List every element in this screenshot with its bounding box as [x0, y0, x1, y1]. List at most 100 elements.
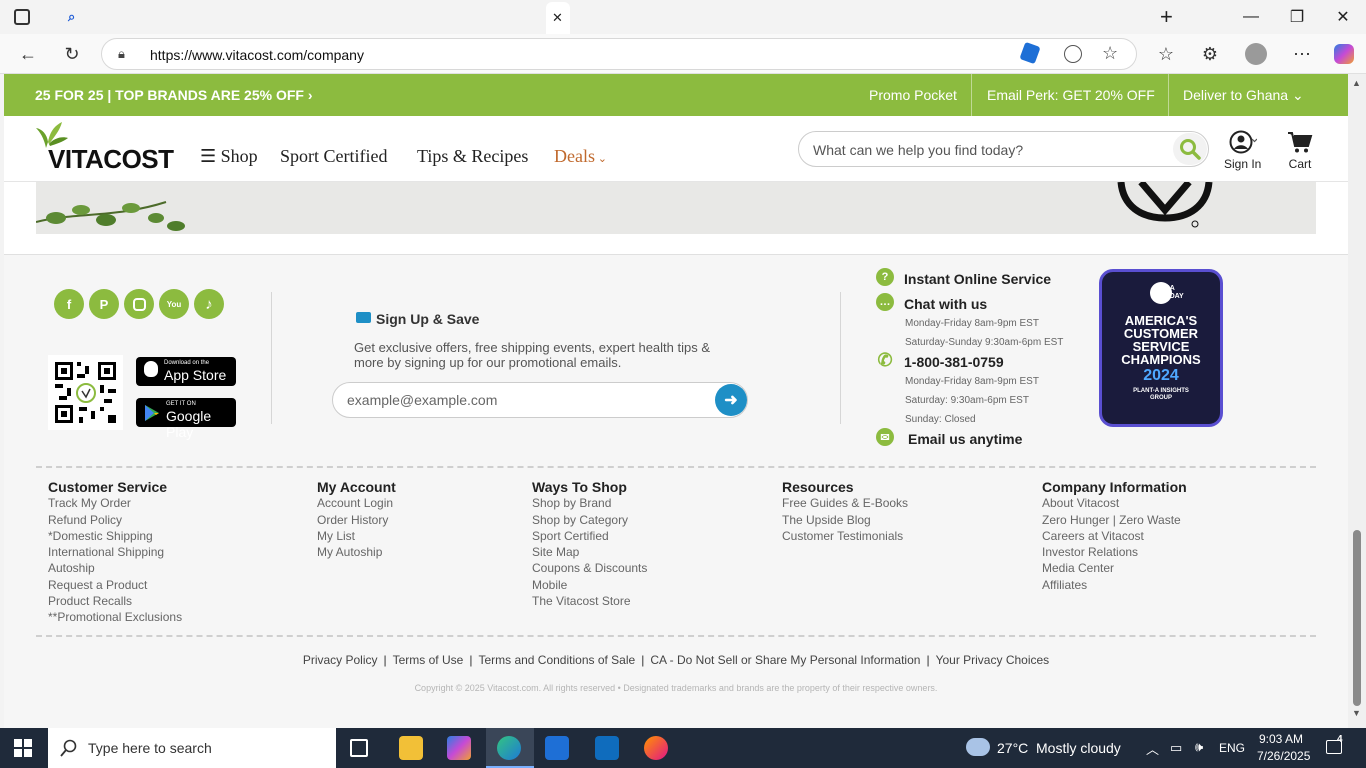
app-store-badge[interactable]: Download on the App Store	[136, 357, 236, 386]
chat-link[interactable]: Chat with us	[904, 296, 987, 312]
network-icon[interactable]: ▭	[1170, 740, 1182, 756]
firefox-icon[interactable]	[644, 736, 668, 760]
site-info-icon[interactable]: 🔒︎	[118, 46, 125, 62]
email-submit-button[interactable]: ➜	[715, 384, 747, 416]
sign-in-button[interactable]: Sign In	[1224, 130, 1261, 171]
weather-icon[interactable]	[966, 738, 990, 756]
refresh-button[interactable]: ↻	[58, 40, 86, 68]
nav-tips-recipes[interactable]: Tips & Recipes	[417, 146, 528, 167]
volume-icon[interactable]: 🕪︎	[1195, 739, 1203, 755]
minimize-button[interactable]: —	[1228, 0, 1274, 34]
footer-link[interactable]: Request a Product	[48, 577, 182, 593]
footer-link[interactable]: International Shipping	[48, 544, 182, 560]
clock-time[interactable]: 9:03 AM	[1259, 732, 1303, 746]
scroll-up-icon[interactable]: ▲	[1352, 78, 1361, 88]
favorite-star-icon[interactable]: ☆	[1102, 43, 1118, 64]
temperature[interactable]: 27°C	[997, 740, 1028, 756]
email-us-link[interactable]: Email us anytime	[908, 431, 1022, 447]
site-search[interactable]: What can we help you find today?	[798, 131, 1209, 167]
reading-icon[interactable]	[1064, 45, 1082, 63]
footer-link[interactable]: Investor Relations	[1042, 544, 1187, 560]
promo-pocket-link[interactable]: Promo Pocket	[869, 87, 957, 103]
task-view-icon[interactable]	[350, 739, 368, 757]
footer-link[interactable]: Shop by Brand	[532, 495, 647, 511]
favorites-icon[interactable]: ☆	[1152, 40, 1180, 68]
scroll-down-icon[interactable]: ▼	[1352, 708, 1361, 718]
terms-of-use-link[interactable]: Terms of Use	[393, 653, 464, 667]
url-text[interactable]: https://www.vitacost.com/company	[150, 47, 364, 63]
footer-link[interactable]: Shop by Category	[532, 512, 647, 528]
edge-icon[interactable]	[497, 736, 521, 760]
coupon-icon[interactable]	[1019, 41, 1041, 65]
file-explorer-icon[interactable]	[399, 736, 423, 760]
nav-deals[interactable]: Deals ⌄	[554, 146, 607, 167]
cart-button[interactable]: Cart	[1287, 130, 1313, 171]
footer-link[interactable]: **Promotional Exclusions	[48, 609, 182, 625]
footer-link[interactable]: The Upside Blog	[782, 512, 908, 528]
extensions-icon[interactable]: ⚙	[1196, 40, 1224, 68]
footer-link[interactable]: My Autoship	[317, 544, 396, 560]
nav-shop[interactable]: ☰ Shop	[200, 146, 258, 167]
start-button[interactable]	[14, 739, 32, 757]
footer-link[interactable]: Affiliates	[1042, 577, 1187, 593]
footer-link[interactable]: My List	[317, 528, 396, 544]
more-menu-icon[interactable]: ⋯	[1288, 40, 1316, 68]
youtube-icon[interactable]: You	[159, 289, 189, 319]
footer-link[interactable]: Mobile	[532, 577, 647, 593]
profile-avatar[interactable]	[1242, 40, 1270, 68]
pinterest-icon[interactable]: P	[89, 289, 119, 319]
clock-date[interactable]: 7/26/2025	[1257, 749, 1310, 763]
search-button[interactable]	[1173, 133, 1207, 165]
search-input[interactable]: What can we help you find today?	[813, 142, 1023, 158]
scroll-thumb[interactable]	[1353, 530, 1361, 706]
footer-link[interactable]: Product Recalls	[48, 593, 182, 609]
search-tab-icon[interactable]: ⌕	[68, 9, 82, 24]
maximize-button[interactable]: ❐	[1274, 0, 1320, 34]
back-button[interactable]: ←	[14, 40, 42, 68]
facebook-icon[interactable]: f	[54, 289, 84, 319]
page-scrollbar[interactable]: ▲ ▼	[1348, 74, 1366, 728]
pinned-tabs[interactable]	[100, 8, 1150, 26]
footer-link[interactable]: Account Login	[317, 495, 396, 511]
nav-sport-certified[interactable]: Sport Certified	[280, 146, 387, 167]
instagram-icon[interactable]	[124, 289, 154, 319]
phone-number[interactable]: 1-800-381-0759	[904, 354, 1004, 370]
footer-link[interactable]: Site Map	[532, 544, 647, 560]
email-field[interactable]: example@example.com ➜	[332, 382, 748, 418]
promo-headline[interactable]: 25 FOR 25 | TOP BRANDS ARE 25% OFF ›	[35, 87, 313, 103]
tiktok-icon[interactable]: ♪	[194, 289, 224, 319]
close-window-button[interactable]: ✕	[1320, 0, 1366, 34]
footer-link[interactable]: Sport Certified	[532, 528, 647, 544]
footer-link[interactable]: Autoship	[48, 560, 182, 576]
deliver-to-link[interactable]: Deliver to Ghana ⌄	[1183, 87, 1304, 104]
footer-link[interactable]: The Vitacost Store	[532, 593, 647, 609]
google-play-badge[interactable]: GET IT ON Google Play	[136, 398, 236, 440]
new-tab-button[interactable]: +	[1160, 4, 1173, 30]
footer-link[interactable]: Careers at Vitacost	[1042, 528, 1187, 544]
privacy-choices-link[interactable]: Your Privacy Choices	[936, 653, 1050, 667]
taskbar-search[interactable]: Type here to search	[48, 728, 336, 768]
footer-link[interactable]: Zero Hunger | Zero Waste	[1042, 512, 1187, 528]
ca-privacy-link[interactable]: CA - Do Not Sell or Share My Personal In…	[650, 653, 920, 667]
privacy-policy-link[interactable]: Privacy Policy	[303, 653, 378, 667]
copilot-icon[interactable]	[1330, 40, 1358, 68]
footer-link[interactable]: About Vitacost	[1042, 495, 1187, 511]
terms-of-sale-link[interactable]: Terms and Conditions of Sale	[478, 653, 635, 667]
footer-link[interactable]: Refund Policy	[48, 512, 182, 528]
weather-text[interactable]: Mostly cloudy	[1036, 740, 1121, 756]
email-perk-link[interactable]: Email Perk: GET 20% OFF	[987, 87, 1155, 103]
tray-chevron-icon[interactable]: ︿	[1146, 739, 1159, 758]
vitacost-logo[interactable]: VITACOST	[36, 120, 176, 174]
store-icon[interactable]	[545, 736, 569, 760]
footer-link[interactable]: *Domestic Shipping	[48, 528, 182, 544]
language-indicator[interactable]: ENG	[1219, 741, 1245, 755]
footer-link[interactable]: Track My Order	[48, 495, 182, 511]
tab-actions-icon[interactable]	[14, 9, 30, 25]
footer-link[interactable]: Customer Testimonials	[782, 528, 908, 544]
outlook-icon[interactable]	[595, 736, 619, 760]
footer-link[interactable]: Media Center	[1042, 560, 1187, 576]
address-bar[interactable]: 🔒︎ https://www.vitacost.com/company ☆	[101, 38, 1137, 70]
footer-link[interactable]: Order History	[317, 512, 396, 528]
footer-link[interactable]: Free Guides & E-Books	[782, 495, 908, 511]
copilot-app-icon[interactable]	[447, 736, 471, 760]
